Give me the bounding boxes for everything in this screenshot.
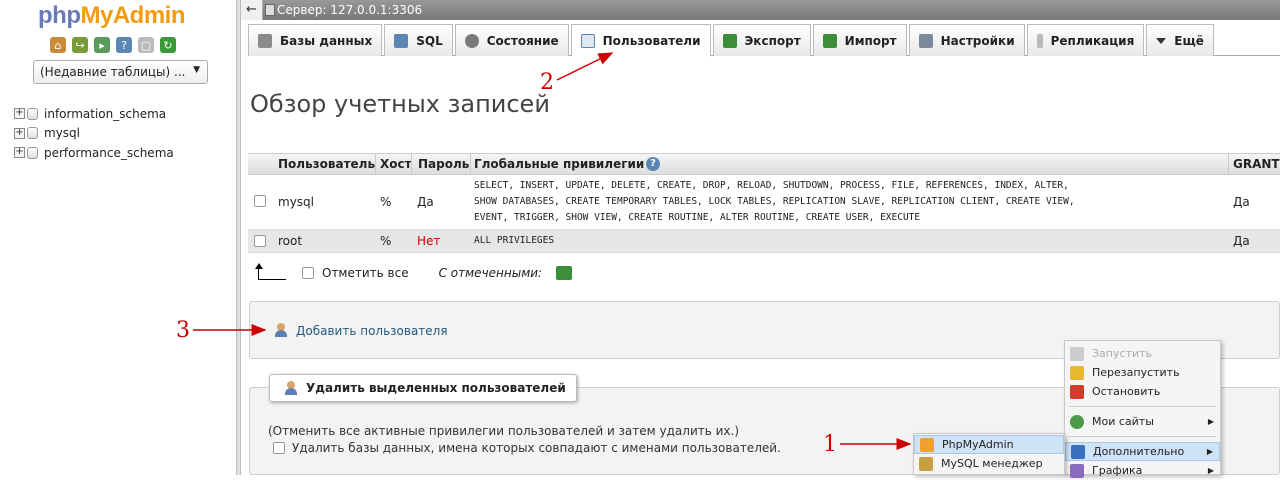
- annotation-arrow-2: [556, 52, 614, 81]
- annotation-number-2: 2: [540, 70, 554, 95]
- annotation-arrows: [193, 52, 912, 450]
- annotation-number-3: 3: [176, 318, 190, 343]
- annotation-number-1: 1: [823, 432, 837, 457]
